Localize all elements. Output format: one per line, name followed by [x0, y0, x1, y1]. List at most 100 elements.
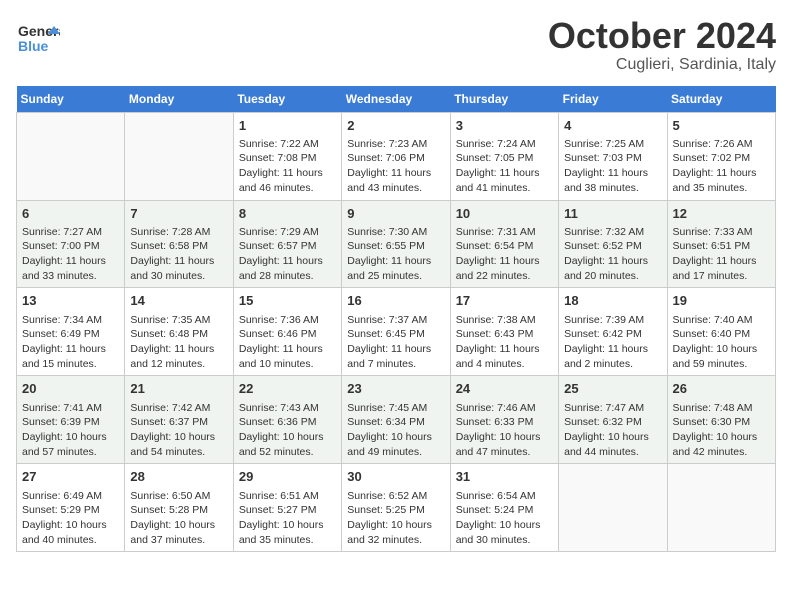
- weekday-header: Monday: [125, 86, 233, 113]
- day-number: 12: [673, 205, 770, 223]
- day-number: 7: [130, 205, 227, 223]
- calendar-cell: 20Sunrise: 7:41 AM Sunset: 6:39 PM Dayli…: [17, 376, 125, 464]
- cell-sun-info: Sunrise: 6:51 AM Sunset: 5:27 PM Dayligh…: [239, 489, 336, 548]
- cell-sun-info: Sunrise: 7:37 AM Sunset: 6:45 PM Dayligh…: [347, 313, 444, 372]
- cell-sun-info: Sunrise: 7:23 AM Sunset: 7:06 PM Dayligh…: [347, 137, 444, 196]
- day-number: 30: [347, 468, 444, 486]
- calendar-week-row: 20Sunrise: 7:41 AM Sunset: 6:39 PM Dayli…: [17, 376, 776, 464]
- calendar-cell: 17 Sunrise: 7:38 AM Sunset: 6:43 PM Dayli…: [450, 288, 558, 376]
- calendar-cell: [667, 464, 775, 552]
- day-number: 4: [564, 117, 661, 135]
- calendar-cell: 5 Sunrise: 7:26 AM Sunset: 7:02 PM Daylig…: [667, 112, 775, 200]
- calendar-cell: 26Sunrise: 7:48 AM Sunset: 6:30 PM Dayli…: [667, 376, 775, 464]
- month-title: October 2024: [548, 16, 776, 56]
- calendar-week-row: 1 Sunrise: 7:22 AM Sunset: 7:08 PM Daylig…: [17, 112, 776, 200]
- calendar-cell: 13 Sunrise: 7:34 AM Sunset: 6:49 PM Dayli…: [17, 288, 125, 376]
- day-number: 5: [673, 117, 770, 135]
- day-number: 8: [239, 205, 336, 223]
- calendar-cell: 7 Sunrise: 7:28 AM Sunset: 6:58 PM Daylig…: [125, 200, 233, 288]
- calendar-cell: 12 Sunrise: 7:33 AM Sunset: 6:51 PM Dayli…: [667, 200, 775, 288]
- day-number: 11: [564, 205, 661, 223]
- calendar-cell: 4 Sunrise: 7:25 AM Sunset: 7:03 PM Daylig…: [559, 112, 667, 200]
- calendar-cell: 28 Sunrise: 6:50 AM Sunset: 5:28 PM Dayli…: [125, 464, 233, 552]
- calendar-cell: 24Sunrise: 7:46 AM Sunset: 6:33 PM Dayli…: [450, 376, 558, 464]
- calendar-cell: 30Sunrise: 6:52 AM Sunset: 5:25 PM Dayli…: [342, 464, 450, 552]
- calendar-cell: 1 Sunrise: 7:22 AM Sunset: 7:08 PM Daylig…: [233, 112, 341, 200]
- calendar-week-row: 27Sunrise: 6:49 AM Sunset: 5:29 PM Dayli…: [17, 464, 776, 552]
- cell-sun-info: Sunrise: 7:32 AM Sunset: 6:52 PM Dayligh…: [564, 225, 661, 284]
- cell-sun-info: Sunrise: 7:36 AM Sunset: 6:46 PM Dayligh…: [239, 313, 336, 372]
- weekday-header: Tuesday: [233, 86, 341, 113]
- day-number: 24: [456, 380, 553, 398]
- cell-sun-info: Sunrise: 7:28 AM Sunset: 6:58 PM Dayligh…: [130, 225, 227, 284]
- cell-sun-info: Sunrise: 7:42 AM Sunset: 6:37 PM Dayligh…: [130, 401, 227, 460]
- day-number: 16: [347, 292, 444, 310]
- calendar-cell: 21Sunrise: 7:42 AM Sunset: 6:37 PM Dayli…: [125, 376, 233, 464]
- day-number: 2: [347, 117, 444, 135]
- logo: General Blue: [16, 16, 60, 60]
- cell-sun-info: Sunrise: 7:35 AM Sunset: 6:48 PM Dayligh…: [130, 313, 227, 372]
- day-number: 10: [456, 205, 553, 223]
- day-number: 6: [22, 205, 119, 223]
- day-number: 15: [239, 292, 336, 310]
- cell-sun-info: Sunrise: 7:24 AM Sunset: 7:05 PM Dayligh…: [456, 137, 553, 196]
- weekday-header: Friday: [559, 86, 667, 113]
- calendar-cell: 31Sunrise: 6:54 AM Sunset: 5:24 PM Dayli…: [450, 464, 558, 552]
- day-number: 19: [673, 292, 770, 310]
- cell-sun-info: Sunrise: 7:39 AM Sunset: 6:42 PM Dayligh…: [564, 313, 661, 372]
- cell-sun-info: Sunrise: 7:27 AM Sunset: 7:00 PM Dayligh…: [22, 225, 119, 284]
- day-number: 14: [130, 292, 227, 310]
- calendar-cell: 2 Sunrise: 7:23 AM Sunset: 7:06 PM Daylig…: [342, 112, 450, 200]
- cell-sun-info: Sunrise: 6:50 AM Sunset: 5:28 PM Dayligh…: [130, 489, 227, 548]
- calendar-cell: 23 Sunrise: 7:45 AM Sunset: 6:34 PM Dayli…: [342, 376, 450, 464]
- cell-sun-info: Sunrise: 7:30 AM Sunset: 6:55 PM Dayligh…: [347, 225, 444, 284]
- weekday-header-row: SundayMondayTuesdayWednesdayThursdayFrid…: [17, 86, 776, 113]
- cell-sun-info: Sunrise: 7:47 AM Sunset: 6:32 PM Dayligh…: [564, 401, 661, 460]
- calendar-cell: 27Sunrise: 6:49 AM Sunset: 5:29 PM Dayli…: [17, 464, 125, 552]
- cell-sun-info: Sunrise: 7:33 AM Sunset: 6:51 PM Dayligh…: [673, 225, 770, 284]
- cell-sun-info: Sunrise: 7:31 AM Sunset: 6:54 PM Dayligh…: [456, 225, 553, 284]
- location-title: Cuglieri, Sardinia, Italy: [548, 56, 776, 74]
- day-number: 17: [456, 292, 553, 310]
- day-number: 29: [239, 468, 336, 486]
- logo-icon: General Blue: [16, 16, 60, 60]
- day-number: 18: [564, 292, 661, 310]
- day-number: 13: [22, 292, 119, 310]
- day-number: 1: [239, 117, 336, 135]
- cell-sun-info: Sunrise: 7:22 AM Sunset: 7:08 PM Dayligh…: [239, 137, 336, 196]
- calendar-cell: 25 Sunrise: 7:47 AM Sunset: 6:32 PM Dayli…: [559, 376, 667, 464]
- cell-sun-info: Sunrise: 7:48 AM Sunset: 6:30 PM Dayligh…: [673, 401, 770, 460]
- cell-sun-info: Sunrise: 7:25 AM Sunset: 7:03 PM Dayligh…: [564, 137, 661, 196]
- weekday-header: Sunday: [17, 86, 125, 113]
- day-number: 31: [456, 468, 553, 486]
- calendar-cell: [17, 112, 125, 200]
- weekday-header: Wednesday: [342, 86, 450, 113]
- calendar-cell: 6 Sunrise: 7:27 AM Sunset: 7:00 PM Daylig…: [17, 200, 125, 288]
- calendar-cell: 8Sunrise: 7:29 AM Sunset: 6:57 PM Daylig…: [233, 200, 341, 288]
- calendar-cell: 11 Sunrise: 7:32 AM Sunset: 6:52 PM Dayli…: [559, 200, 667, 288]
- page-header: General Blue October 2024 Cuglieri, Sard…: [16, 16, 776, 74]
- cell-sun-info: Sunrise: 7:45 AM Sunset: 6:34 PM Dayligh…: [347, 401, 444, 460]
- day-number: 22: [239, 380, 336, 398]
- title-block: October 2024 Cuglieri, Sardinia, Italy: [548, 16, 776, 74]
- calendar-cell: [559, 464, 667, 552]
- calendar-cell: 16 Sunrise: 7:37 AM Sunset: 6:45 PM Dayli…: [342, 288, 450, 376]
- calendar-cell: [125, 112, 233, 200]
- svg-text:Blue: Blue: [18, 38, 49, 54]
- calendar-cell: 14 Sunrise: 7:35 AM Sunset: 6:48 PM Dayli…: [125, 288, 233, 376]
- day-number: 25: [564, 380, 661, 398]
- day-number: 28: [130, 468, 227, 486]
- calendar-cell: 10 Sunrise: 7:31 AM Sunset: 6:54 PM Dayli…: [450, 200, 558, 288]
- weekday-header: Thursday: [450, 86, 558, 113]
- calendar-cell: 18 Sunrise: 7:39 AM Sunset: 6:42 PM Dayli…: [559, 288, 667, 376]
- cell-sun-info: Sunrise: 7:38 AM Sunset: 6:43 PM Dayligh…: [456, 313, 553, 372]
- calendar-week-row: 13 Sunrise: 7:34 AM Sunset: 6:49 PM Dayli…: [17, 288, 776, 376]
- calendar-cell: 29 Sunrise: 6:51 AM Sunset: 5:27 PM Dayli…: [233, 464, 341, 552]
- cell-sun-info: Sunrise: 7:43 AM Sunset: 6:36 PM Dayligh…: [239, 401, 336, 460]
- cell-sun-info: Sunrise: 7:34 AM Sunset: 6:49 PM Dayligh…: [22, 313, 119, 372]
- weekday-header: Saturday: [667, 86, 775, 113]
- calendar-week-row: 6 Sunrise: 7:27 AM Sunset: 7:00 PM Daylig…: [17, 200, 776, 288]
- calendar-cell: 3Sunrise: 7:24 AM Sunset: 7:05 PM Daylig…: [450, 112, 558, 200]
- day-number: 23: [347, 380, 444, 398]
- cell-sun-info: Sunrise: 7:26 AM Sunset: 7:02 PM Dayligh…: [673, 137, 770, 196]
